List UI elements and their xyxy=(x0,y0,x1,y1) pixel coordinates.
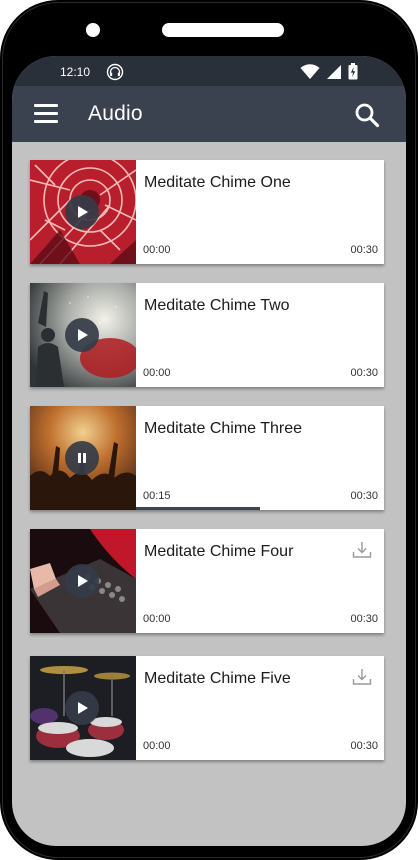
total-duration: 00:30 xyxy=(350,490,378,502)
track-title: Meditate Chime Three xyxy=(144,420,302,437)
headphones-icon xyxy=(106,63,124,81)
pause-icon[interactable] xyxy=(65,441,99,475)
signal-icon xyxy=(326,64,342,85)
total-duration: 00:30 xyxy=(350,367,378,379)
track-card[interactable]: Meditate Chime Three 00:15 00:30 xyxy=(30,406,384,510)
track-card[interactable]: Meditate Chime Five 00:00 00:30 xyxy=(30,656,384,760)
total-duration: 00:30 xyxy=(350,613,378,625)
playback-progress-bar[interactable] xyxy=(136,507,384,510)
status-icons xyxy=(300,63,358,85)
elapsed-time: 00:00 xyxy=(143,613,171,625)
track-thumbnail xyxy=(30,406,136,510)
total-duration: 00:30 xyxy=(350,244,378,256)
earpiece-speaker xyxy=(162,23,284,37)
app-bar: Audio xyxy=(12,86,406,142)
search-icon[interactable] xyxy=(354,102,380,128)
track-title: Meditate Chime One xyxy=(144,174,291,191)
track-card[interactable]: Meditate Chime Four 00:00 00:30 xyxy=(30,529,384,633)
track-thumbnail xyxy=(30,160,136,264)
elapsed-time: 00:00 xyxy=(143,740,171,752)
track-thumbnail xyxy=(30,529,136,633)
play-icon[interactable] xyxy=(65,318,99,352)
battery-charging-icon xyxy=(348,63,358,85)
elapsed-time: 00:15 xyxy=(143,490,171,502)
play-icon[interactable] xyxy=(65,691,99,725)
play-icon[interactable] xyxy=(65,564,99,598)
phone-screen: 12:10 Audio Meditate Chime One 00:00 00:… xyxy=(12,56,406,846)
track-title: Meditate Chime Four xyxy=(144,543,294,560)
track-title: Meditate Chime Five xyxy=(144,670,291,687)
status-bar: 12:10 xyxy=(12,56,406,86)
front-camera xyxy=(86,23,100,37)
playback-progress-fill xyxy=(136,507,260,510)
track-title: Meditate Chime Two xyxy=(144,297,290,314)
track-thumbnail xyxy=(30,283,136,387)
page-title: Audio xyxy=(88,102,143,125)
wifi-icon xyxy=(300,63,320,85)
download-icon[interactable] xyxy=(352,541,372,559)
download-icon[interactable] xyxy=(352,668,372,686)
elapsed-time: 00:00 xyxy=(143,367,171,379)
status-time: 12:10 xyxy=(60,65,91,79)
phone-frame: 12:10 Audio Meditate Chime One 00:00 00:… xyxy=(0,0,418,860)
track-card[interactable]: Meditate Chime One 00:00 00:30 xyxy=(30,160,384,264)
track-card[interactable]: Meditate Chime Two 00:00 00:30 xyxy=(30,283,384,387)
hamburger-menu-icon[interactable] xyxy=(34,104,58,124)
play-icon[interactable] xyxy=(65,195,99,229)
track-thumbnail xyxy=(30,656,136,760)
elapsed-time: 00:00 xyxy=(143,244,171,256)
total-duration: 00:30 xyxy=(350,740,378,752)
